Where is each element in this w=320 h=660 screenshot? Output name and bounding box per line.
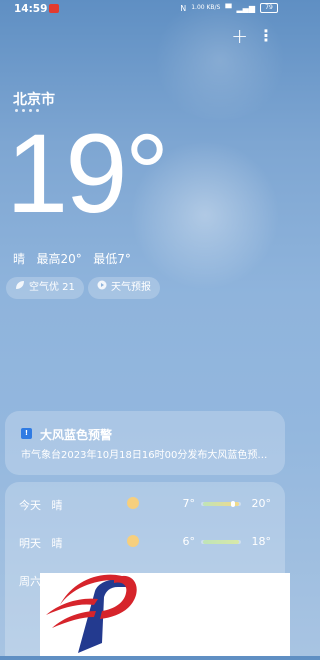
alert-text: 市气象台2023年10月18日16时00分发布大风蓝色预… [21, 450, 268, 461]
high-temp: 20° [251, 497, 272, 510]
status-bar: 14:59 N 1.00 KB/S ▀ ▂▄▆ 79 [0, 0, 290, 18]
weather-forecast-label: 天气预报 [111, 282, 151, 293]
more-menu-button[interactable]: ⋮ [258, 28, 274, 44]
play-circle-icon [97, 277, 107, 299]
sun-icon [127, 535, 139, 547]
forecast-day: 周六 [19, 575, 41, 588]
temp-range-bar [201, 501, 241, 507]
current-temperature: 19° [6, 111, 169, 236]
low-temp: 最低7° [93, 252, 131, 266]
nfc-icon: N [180, 3, 187, 13]
condition-summary: 晴 最高20° 最低7° [13, 250, 131, 267]
forecast-row[interactable]: 明天 晴 6° 18° [5, 532, 285, 552]
forecast-day: 明天 晴 [19, 537, 63, 550]
temp-range-fill [203, 540, 239, 544]
brand-logo-overlay [40, 573, 290, 656]
forecast-row[interactable]: 今天 晴 7° 20° [5, 494, 285, 514]
cell-signal-icon: ▂▄▆ [236, 3, 255, 13]
air-quality-chip[interactable]: 空气优 21 [6, 277, 84, 299]
air-quality-label: 空气优 21 [29, 282, 75, 293]
temp-range-bar [201, 540, 241, 544]
forecast-day: 今天 晴 [19, 499, 63, 512]
high-temp: 18° [251, 535, 272, 548]
wifi-icon: ▀ [225, 3, 232, 13]
add-city-button[interactable]: + [231, 26, 248, 46]
notification-icon [49, 4, 59, 13]
current-temp-marker [231, 501, 235, 507]
city-name[interactable]: 北京市 [13, 89, 55, 109]
sun-icon [127, 497, 139, 509]
status-icons: N 1.00 KB/S ▀ ▂▄▆ 79 [180, 3, 278, 13]
weather-alert-card[interactable]: ! 大风蓝色预警 市气象台2023年10月18日16时00分发布大风蓝色预… [5, 411, 285, 475]
battery-icon: 79 [260, 3, 278, 13]
status-time: 14:59 [14, 3, 48, 15]
leaf-icon [15, 277, 25, 299]
low-temp: 7° [182, 497, 196, 510]
sky-glow [150, 0, 290, 120]
alert-title: 大风蓝色预警 [40, 428, 113, 442]
network-speed: 1.00 KB/S [191, 4, 221, 11]
condition-text: 晴 [13, 252, 26, 266]
low-temp: 6° [182, 535, 196, 548]
warning-badge-icon: ! [21, 428, 32, 439]
weather-forecast-chip[interactable]: 天气预报 [88, 277, 160, 299]
high-temp: 最高20° [36, 252, 82, 266]
